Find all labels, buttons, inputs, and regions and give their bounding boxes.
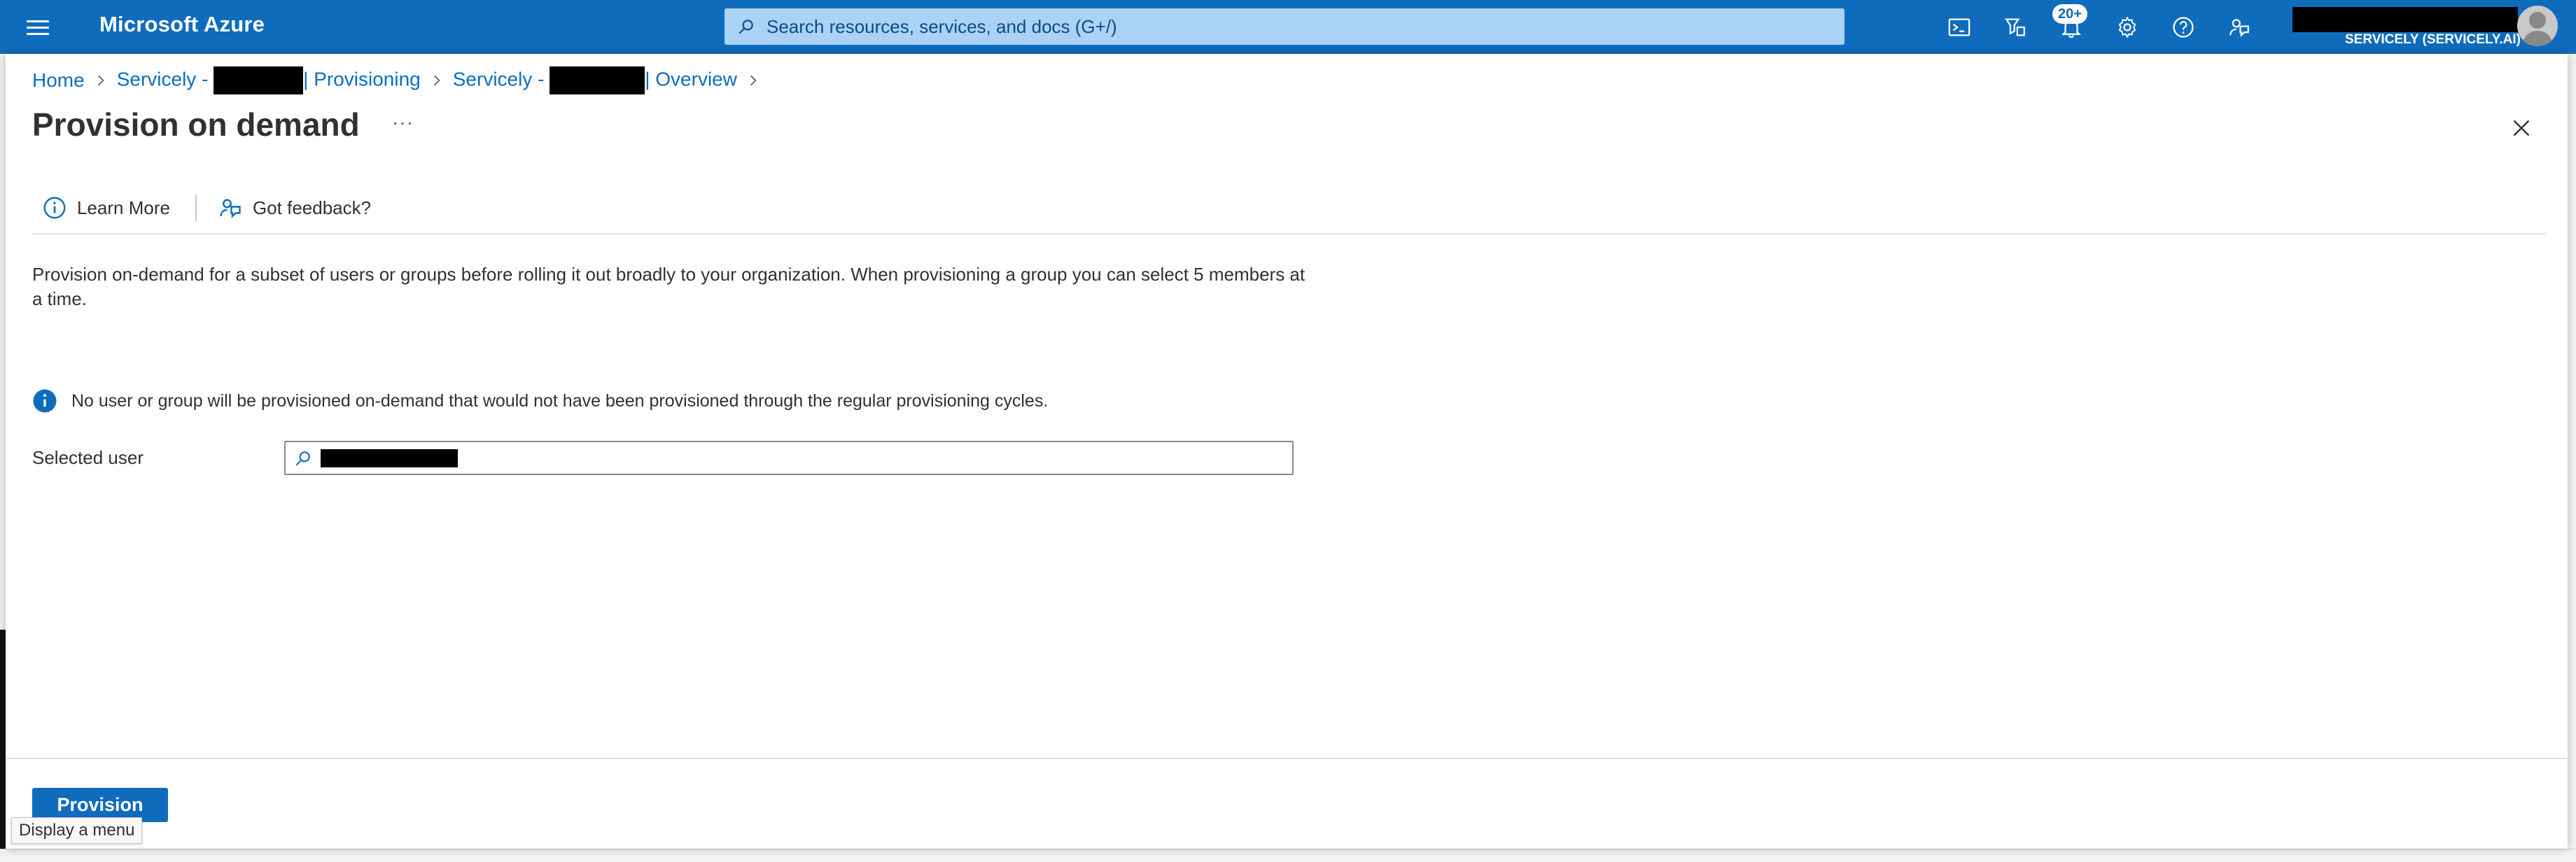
search-icon bbox=[295, 451, 310, 466]
account-directory-name[interactable]: SERVICELY (SERVICELY.AI) bbox=[2345, 32, 2521, 48]
info-message: No user or group will be provisioned on-… bbox=[32, 388, 1048, 414]
selected-user-search-input[interactable] bbox=[284, 441, 1294, 475]
menu-icon[interactable] bbox=[21, 14, 55, 41]
breadcrumb: Home Servicely - | Provisioning Servicel… bbox=[32, 66, 769, 94]
toolbar-divider bbox=[195, 195, 197, 221]
chevron-right-icon bbox=[94, 74, 107, 87]
avatar[interactable] bbox=[2517, 6, 2558, 46]
feedback-icon bbox=[220, 199, 241, 218]
background-page-right bbox=[2568, 54, 2576, 862]
brand-title[interactable]: Microsoft Azure bbox=[99, 12, 265, 37]
close-icon bbox=[2513, 120, 2530, 136]
global-search-input[interactable]: Search resources, services, and docs (G+… bbox=[724, 8, 1844, 45]
redacted-app-name bbox=[214, 66, 304, 94]
breadcrumb-home[interactable]: Home bbox=[32, 69, 85, 92]
provision-on-demand-blade: Home Servicely - | Provisioning Servicel… bbox=[6, 54, 2568, 849]
search-icon bbox=[738, 20, 753, 34]
footer-divider-line bbox=[6, 758, 2568, 759]
breadcrumb-app-overview[interactable]: Servicely - | Overview bbox=[453, 66, 737, 94]
settings-icon[interactable] bbox=[2113, 13, 2142, 42]
learn-more-button[interactable]: Learn More bbox=[42, 195, 170, 220]
breadcrumb-app-provisioning[interactable]: Servicely - | Provisioning bbox=[117, 66, 421, 94]
redacted-user-value bbox=[321, 448, 458, 467]
display-menu-tooltip: Display a menu bbox=[11, 817, 143, 844]
top-navigation-bar: Microsoft Azure Search resources, servic… bbox=[0, 0, 2576, 54]
info-icon bbox=[43, 197, 66, 219]
page-title: Provision on demand bbox=[32, 106, 360, 143]
breadcrumb-overview-label: | Overview bbox=[645, 68, 737, 90]
more-actions-button[interactable]: ··· bbox=[392, 111, 414, 134]
breadcrumb-provisioning-label: | Provisioning bbox=[303, 68, 421, 90]
breadcrumb-app-name: Servicely - bbox=[116, 68, 214, 90]
learn-more-label: Learn More bbox=[77, 197, 170, 218]
chevron-right-icon bbox=[747, 74, 760, 87]
redacted-app-name bbox=[550, 66, 645, 94]
directory-filter-icon[interactable] bbox=[2001, 13, 2030, 42]
got-feedback-button[interactable]: Got feedback? bbox=[218, 195, 371, 220]
help-icon[interactable] bbox=[2169, 13, 2198, 42]
cloud-shell-icon[interactable] bbox=[1945, 13, 1974, 42]
background-page-bottom bbox=[0, 849, 2576, 862]
breadcrumb-app-name: Servicely - bbox=[452, 68, 550, 90]
background-page-left-dark bbox=[0, 630, 6, 862]
info-filled-icon bbox=[33, 389, 57, 413]
info-message-text: No user or group will be provisioned on-… bbox=[71, 390, 1049, 411]
close-button[interactable] bbox=[2507, 114, 2535, 142]
search-placeholder: Search resources, services, and docs (G+… bbox=[766, 15, 1117, 37]
command-bar: Learn More Got feedback? bbox=[42, 192, 371, 223]
got-feedback-label: Got feedback? bbox=[252, 197, 372, 218]
chevron-right-icon bbox=[430, 74, 443, 87]
provision-description: Provision on-demand for a subset of user… bbox=[32, 264, 1306, 309]
selected-user-label: Selected user bbox=[32, 447, 144, 468]
toolbar-divider-line bbox=[32, 233, 2545, 234]
account-email-redacted bbox=[2292, 7, 2518, 32]
notification-count-badge: 20+ bbox=[2052, 4, 2087, 24]
feedback-icon[interactable] bbox=[2225, 13, 2254, 42]
